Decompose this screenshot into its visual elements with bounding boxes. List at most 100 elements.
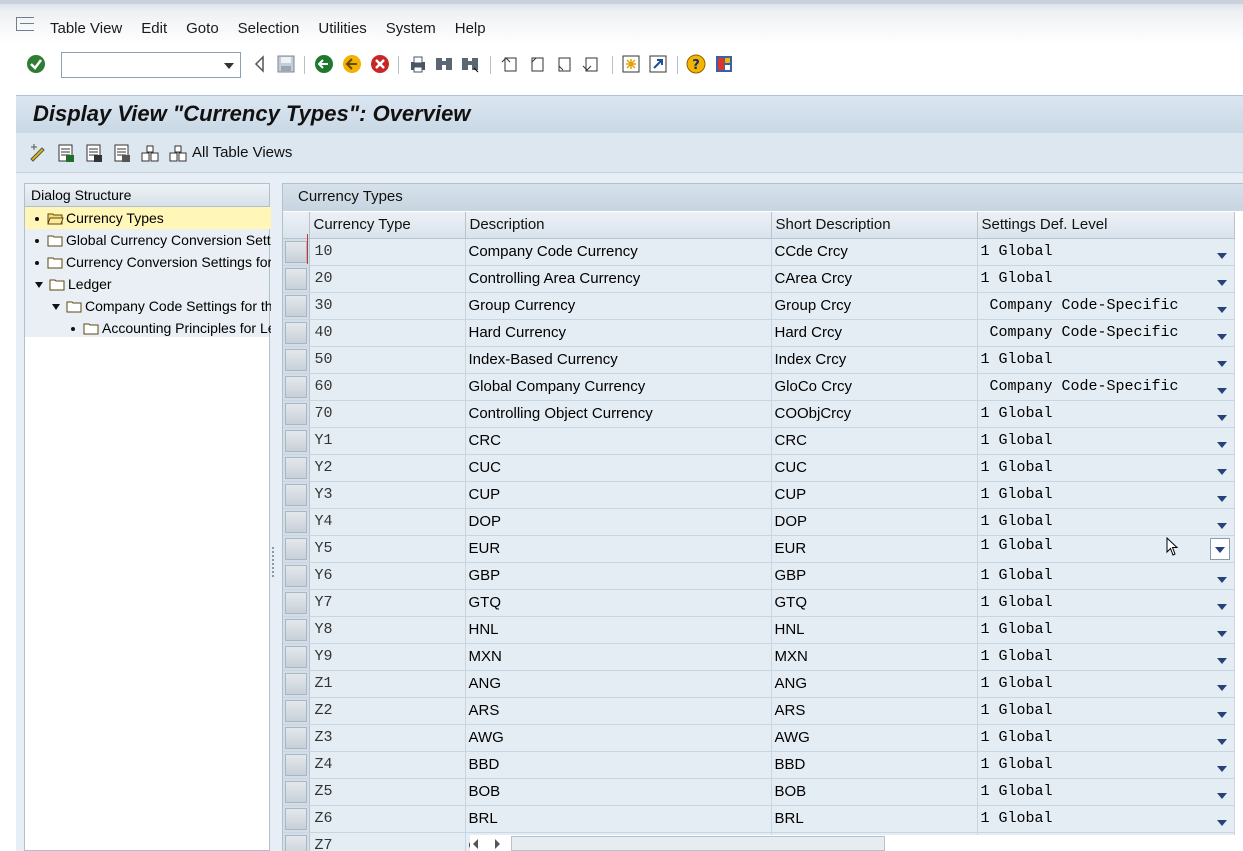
cell-currency-type[interactable]: Z6 [309,805,466,833]
cell-currency-type[interactable]: Y9 [309,643,466,671]
menu-utilities[interactable]: Utilities [318,20,366,37]
all-table-views-icon[interactable] [168,143,188,163]
cell-settings-def-level[interactable]: 1 Global [977,265,1235,293]
column-header-settings-def-level[interactable]: Settings Def. Level [977,212,1235,239]
menu-goto[interactable]: Goto [186,20,219,37]
row-selector[interactable] [283,346,310,374]
cell-settings-def-level[interactable]: 1 Global [977,346,1235,374]
cell-description[interactable]: Index-Based Currency [465,346,772,374]
cell-settings-def-level[interactable]: 1 Global [977,535,1235,563]
expand-down-icon[interactable] [52,304,60,311]
chevron-down-icon[interactable] [1216,658,1227,664]
menu-selection[interactable]: Selection [238,20,300,37]
cell-settings-def-level[interactable]: 1 Global [977,427,1235,455]
column-header-short-description[interactable]: Short Description [771,212,978,239]
row-selector[interactable] [283,535,310,563]
cell-short-description[interactable]: COObjCrcy [771,400,978,428]
cell-currency-type[interactable]: 30 [309,292,466,320]
cell-short-description[interactable]: GloCo Crcy [771,373,978,401]
row-selector[interactable] [283,292,310,320]
cell-short-description[interactable]: HNL [771,616,978,644]
row-selector-button[interactable] [284,618,307,641]
cell-settings-def-level[interactable]: 1 Global [977,724,1235,752]
cell-description[interactable]: EUR [465,535,772,563]
help-icon[interactable]: ? [686,54,706,74]
print-icon[interactable] [408,54,428,74]
cell-currency-type[interactable]: Z3 [309,724,466,752]
customize-layout-icon[interactable] [714,54,734,74]
cell-short-description[interactable]: CUC [771,454,978,482]
cell-short-description[interactable]: EUR [771,535,978,563]
row-selector-button[interactable] [284,672,307,695]
cell-short-description[interactable]: AWG [771,724,978,752]
cell-settings-def-level[interactable]: 1 Global [977,751,1235,779]
row-selector-button[interactable] [284,645,307,668]
menu-edit[interactable]: Edit [141,20,167,37]
select-block-icon[interactable] [140,143,160,163]
chevron-down-icon[interactable] [1216,280,1227,286]
cell-short-description[interactable]: BBD [771,751,978,779]
chevron-down-icon[interactable] [1216,415,1227,421]
last-page-icon[interactable] [581,54,601,74]
cell-short-description[interactable]: Index Crcy [771,346,978,374]
cell-currency-type[interactable]: Y8 [309,616,466,644]
row-selector[interactable] [283,778,310,806]
chevron-down-icon[interactable] [1216,604,1227,610]
cell-description[interactable]: BRL [465,805,772,833]
shortcut-icon[interactable] [648,54,668,74]
cell-description[interactable]: HNL [465,616,772,644]
cell-description[interactable]: ARS [465,697,772,725]
chevron-down-icon[interactable] [1216,523,1227,529]
cell-description[interactable]: ANG [465,670,772,698]
chevron-down-icon[interactable] [1216,685,1227,691]
cell-description[interactable]: CUP [465,481,772,509]
row-selector[interactable] [283,589,310,617]
first-page-icon[interactable] [500,54,520,74]
find-next-icon[interactable] [460,54,480,74]
row-selector-button[interactable] [284,753,307,776]
row-selector-button[interactable] [284,537,307,560]
chevron-down-icon[interactable] [224,63,234,69]
cell-settings-def-level[interactable]: Company Code-Specific [977,319,1235,347]
chevron-down-icon[interactable] [1216,307,1227,313]
cell-settings-def-level[interactable]: 1 Global [977,616,1235,644]
row-selector[interactable] [283,454,310,482]
row-selector-button[interactable] [284,807,307,830]
cell-short-description[interactable]: BRL [771,805,978,833]
cell-short-description[interactable]: CRC [771,427,978,455]
cell-settings-def-level[interactable]: 1 Global [977,778,1235,806]
row-selector[interactable] [283,508,310,536]
cell-settings-def-level[interactable]: 1 Global [977,238,1235,266]
cell-currency-type[interactable]: Y4 [309,508,466,536]
menu-system[interactable]: System [386,20,436,37]
menu-help[interactable]: Help [455,20,486,37]
row-selector[interactable] [283,373,310,401]
cell-settings-def-level[interactable]: 1 Global [977,697,1235,725]
tree-node-company-code-settings[interactable]: Company Code Settings for the Ledger [25,295,271,317]
all-table-views-button[interactable]: All Table Views [192,144,292,161]
cell-short-description[interactable]: BOB [771,778,978,806]
cell-short-description[interactable]: Group Crcy [771,292,978,320]
display-change-icon[interactable] [28,143,48,163]
row-selector[interactable] [283,832,310,851]
cell-currency-type[interactable]: Z2 [309,697,466,725]
cell-settings-def-level[interactable]: 1 Global [977,805,1235,833]
horizontal-scrollbar[interactable] [470,835,1243,851]
cell-settings-def-level[interactable]: 1 Global [977,454,1235,482]
cell-settings-def-level[interactable]: 1 Global [977,562,1235,590]
cell-short-description[interactable]: ARS [771,697,978,725]
cell-settings-def-level[interactable]: Company Code-Specific [977,292,1235,320]
cell-currency-type[interactable]: Y7 [309,589,466,617]
row-selector-button[interactable] [284,429,307,452]
row-selector-button[interactable] [284,699,307,722]
delete-icon[interactable] [112,143,132,163]
expand-down-icon[interactable] [35,282,43,289]
cell-settings-def-level[interactable]: 1 Global [977,508,1235,536]
cell-currency-type[interactable]: Y6 [309,562,466,590]
cell-settings-def-level[interactable]: 1 Global [977,400,1235,428]
row-selector-button[interactable] [284,375,307,398]
row-selector[interactable] [283,643,310,671]
cell-description[interactable]: DOP [465,508,772,536]
row-selector[interactable] [283,805,310,833]
tree-node-currency-types[interactable]: Currency Types [25,207,271,229]
